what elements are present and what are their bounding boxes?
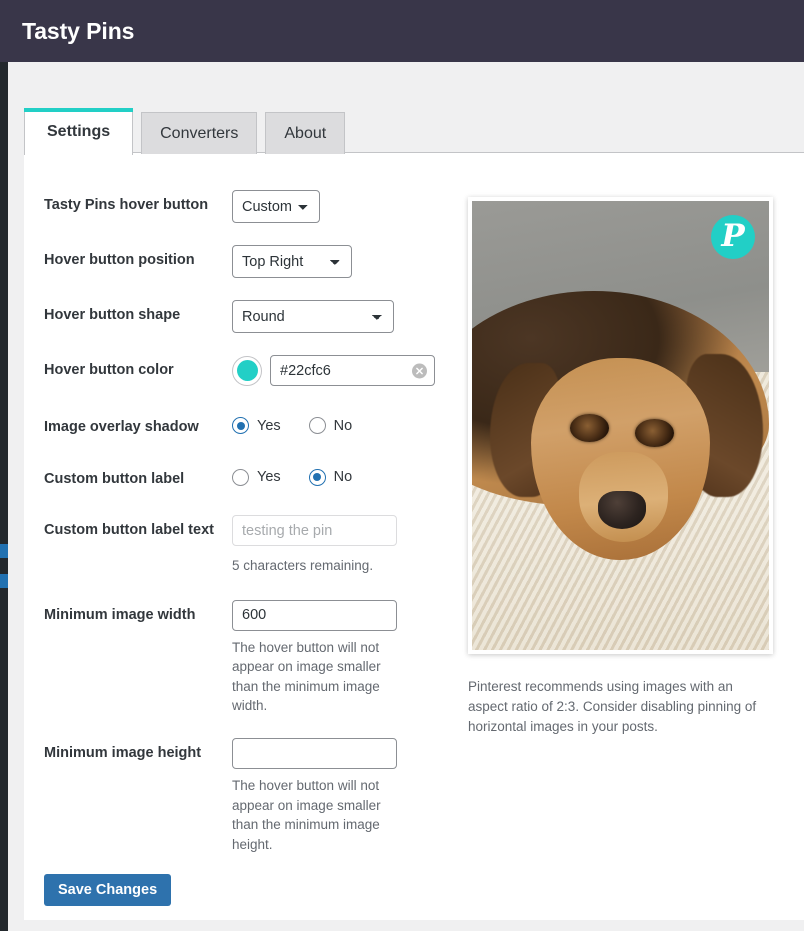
tab-about-label: About [284, 124, 327, 142]
control-overlay-shadow: Yes No [232, 412, 444, 434]
label-overlay-shadow: Image overlay shadow [44, 419, 199, 435]
field-hover-color: Hover button color [44, 355, 444, 386]
clear-circle-icon[interactable] [412, 363, 427, 378]
photo-dog-eye-right [635, 418, 674, 447]
field-custom-button-label-text: Custom button label text 5 characters re… [44, 515, 444, 576]
radio-group-overlay-shadow: Yes No [232, 412, 444, 434]
color-swatch-fill [236, 360, 258, 381]
pinterest-glyph: P [721, 217, 745, 254]
select-hover-shape[interactable]: Round [232, 300, 394, 333]
control-hover-color [232, 355, 444, 386]
control-min-image-height: The hover button will not appear on imag… [232, 737, 444, 854]
hover-color-input[interactable] [270, 355, 435, 386]
tab-converters[interactable]: Converters [141, 112, 258, 154]
label-custom-button-label: Custom button label [44, 470, 185, 487]
radio-custom-button-label-yes[interactable]: Yes [232, 468, 281, 486]
color-picker-row [232, 355, 444, 386]
min-image-height-input[interactable] [232, 737, 397, 769]
radio-overlay-shadow-yes[interactable]: Yes [232, 417, 281, 434]
tab-converters-label: Converters [160, 124, 239, 142]
app-title: Tasty Pins [22, 17, 135, 44]
field-min-image-width: Minimum image width The hover button wil… [44, 599, 444, 716]
characters-remaining-text: 5 characters remaining. [232, 558, 374, 574]
radio-mark-icon [232, 468, 249, 486]
radio-mark-icon [308, 417, 326, 434]
radio-group-custom-button-label: Yes No [232, 464, 444, 486]
label-min-image-height: Minimum image height [44, 744, 202, 761]
control-custom-button-label: Yes No [232, 464, 444, 486]
control-hover-shape: Round [232, 300, 444, 333]
label-hover-button: Tasty Pins hover button [44, 197, 209, 213]
field-hover-position: Hover button position Top Right [44, 245, 444, 278]
save-changes-button[interactable]: Save Changes [44, 874, 172, 906]
preview-photo: P [472, 201, 769, 650]
radio-custom-button-label-no[interactable]: No [308, 468, 353, 486]
select-hover-button[interactable]: Custom [232, 190, 320, 223]
field-overlay-shadow: Image overlay shadow Yes No [44, 412, 444, 438]
min-image-width-input[interactable] [232, 599, 397, 631]
control-hover-button: Custom [232, 190, 444, 223]
min-image-height-help: The hover button will not appear on imag… [232, 777, 381, 852]
pinterest-icon[interactable]: P [711, 215, 755, 259]
label-custom-button-label-text: Custom button label text [44, 522, 214, 539]
radio-custom-button-label-yes-label: Yes [257, 469, 281, 486]
app-header: Tasty Pins [0, 0, 804, 62]
label-min-image-width: Minimum image width [44, 606, 196, 623]
label-hover-shape: Hover button shape [44, 307, 181, 323]
photo-dog-nose [598, 490, 646, 529]
radio-overlay-shadow-no[interactable]: No [308, 417, 353, 434]
label-hover-color: Hover button color [44, 362, 174, 378]
photo-dog-eye-left [570, 414, 609, 443]
field-custom-button-label: Custom button label Yes No [44, 464, 444, 490]
field-hover-shape: Hover button shape Round [44, 300, 444, 333]
page-gutter [8, 62, 24, 931]
preview-caption: Pinterest recommends using images with a… [468, 679, 757, 734]
color-swatch-button[interactable] [232, 355, 262, 386]
control-custom-button-label-text: 5 characters remaining. [232, 515, 444, 576]
color-input-wrap [270, 355, 435, 386]
tab-bar: Settings Converters About [24, 108, 346, 155]
control-hover-position: Top Right [232, 245, 444, 278]
preview-panel: P Pinterest recommends using images with… [468, 197, 773, 737]
wp-admin-sidebar-edge [0, 0, 8, 931]
tab-settings[interactable]: Settings [24, 108, 134, 155]
field-min-image-height: Minimum image height The hover button wi… [44, 737, 444, 854]
custom-button-label-text-input[interactable] [232, 515, 397, 547]
radio-overlay-shadow-yes-label: Yes [257, 417, 281, 434]
preview-image-frame: P [468, 197, 773, 654]
radio-overlay-shadow-no-label: No [333, 417, 353, 434]
radio-mark-checked-icon [232, 417, 249, 434]
min-image-width-help: The hover button will not appear on imag… [232, 639, 381, 714]
tab-settings-label: Settings [47, 122, 111, 140]
tab-about[interactable]: About [265, 112, 346, 154]
control-min-image-width: The hover button will not appear on imag… [232, 599, 444, 716]
label-hover-position: Hover button position [44, 252, 195, 268]
radio-mark-checked-icon [308, 468, 326, 486]
settings-form: Tasty Pins hover button Custom Hover but… [44, 190, 444, 876]
sidebar-menu-marker-2[interactable] [0, 574, 8, 588]
sidebar-menu-marker-1[interactable] [0, 544, 8, 558]
radio-custom-button-label-no-label: No [333, 469, 353, 486]
select-hover-position[interactable]: Top Right [232, 245, 352, 278]
field-hover-button: Tasty Pins hover button Custom [44, 190, 444, 223]
